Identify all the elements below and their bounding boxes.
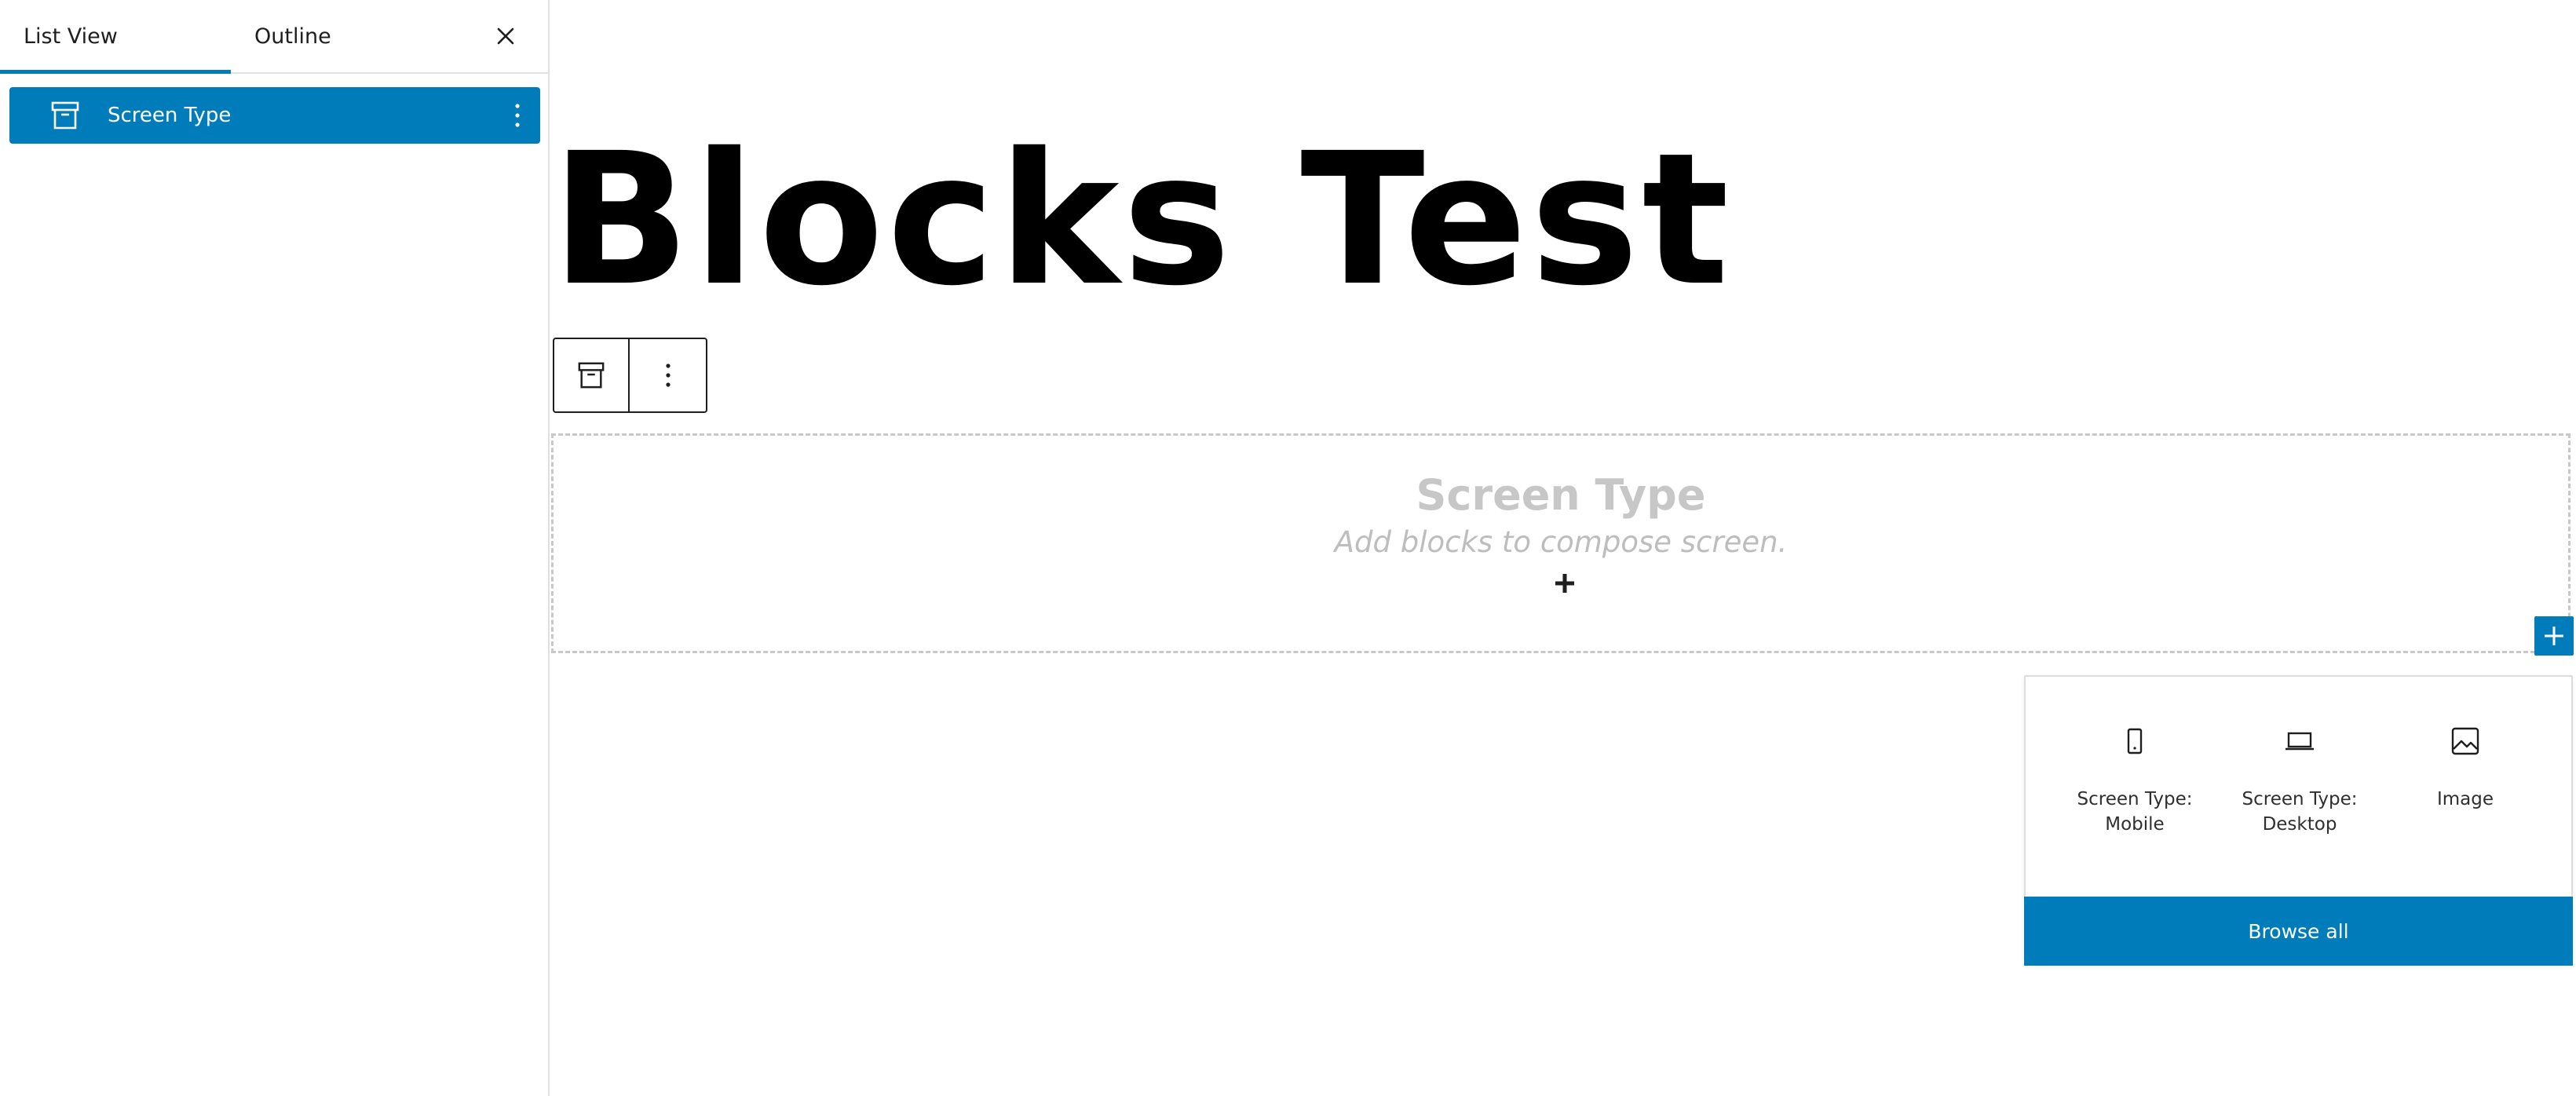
screen-type-block-placeholder[interactable]: Screen Type Add blocks to compose screen… (551, 433, 2571, 653)
block-option-label: Image (2436, 789, 2494, 809)
desktop-icon (2286, 732, 2314, 751)
more-vertical-icon (515, 104, 520, 127)
list-item-screen-type[interactable]: Screen Type (9, 87, 540, 144)
block-option-screen-type-desktop[interactable]: Screen Type: Desktop (2217, 724, 2382, 865)
tab-list-view-label: List View (24, 24, 118, 49)
close-icon (497, 27, 514, 45)
list-item-label: Screen Type (108, 104, 232, 127)
block-option-screen-type-mobile[interactable]: Screen Type: Mobile (2052, 724, 2217, 865)
tab-outline[interactable]: Outline (231, 0, 419, 72)
placeholder-title: Screen Type (1416, 470, 1706, 520)
block-option-image[interactable]: Image (2383, 724, 2548, 865)
image-icon (2451, 727, 2479, 755)
select-parent-block-button[interactable] (554, 339, 630, 411)
placeholder-add-block-button[interactable] (1547, 566, 1582, 601)
block-inserter-toggle[interactable] (2534, 616, 2574, 656)
placeholder-subtitle: Add blocks to compose screen. (1334, 525, 1788, 559)
block-options-button[interactable] (630, 339, 706, 411)
list-item-options-button[interactable] (504, 98, 531, 133)
page-title[interactable]: Blocks Test (551, 114, 1732, 326)
plus-icon (1555, 574, 1574, 593)
more-vertical-icon (665, 364, 670, 387)
block-option-label: Screen Type: Desktop (2242, 789, 2358, 835)
sidebar-tabs: List View Outline (0, 0, 548, 74)
browse-all-button[interactable]: Browse all (2024, 897, 2573, 966)
block-option-label: Screen Type: Mobile (2077, 789, 2193, 835)
mobile-icon (2127, 728, 2143, 754)
archive-box-icon (578, 362, 605, 389)
block-toolbar (553, 338, 707, 413)
close-sidebar-button[interactable] (484, 17, 528, 55)
plus-icon (2545, 627, 2563, 645)
tab-outline-label: Outline (254, 24, 331, 49)
archive-box-icon (51, 101, 79, 130)
quick-inserter-popover: Screen Type: Mobile Screen Type: Desktop… (2024, 675, 2573, 966)
list-view-sidebar: List View Outline Screen Type (0, 0, 550, 1096)
tab-list-view[interactable]: List View (0, 0, 231, 74)
